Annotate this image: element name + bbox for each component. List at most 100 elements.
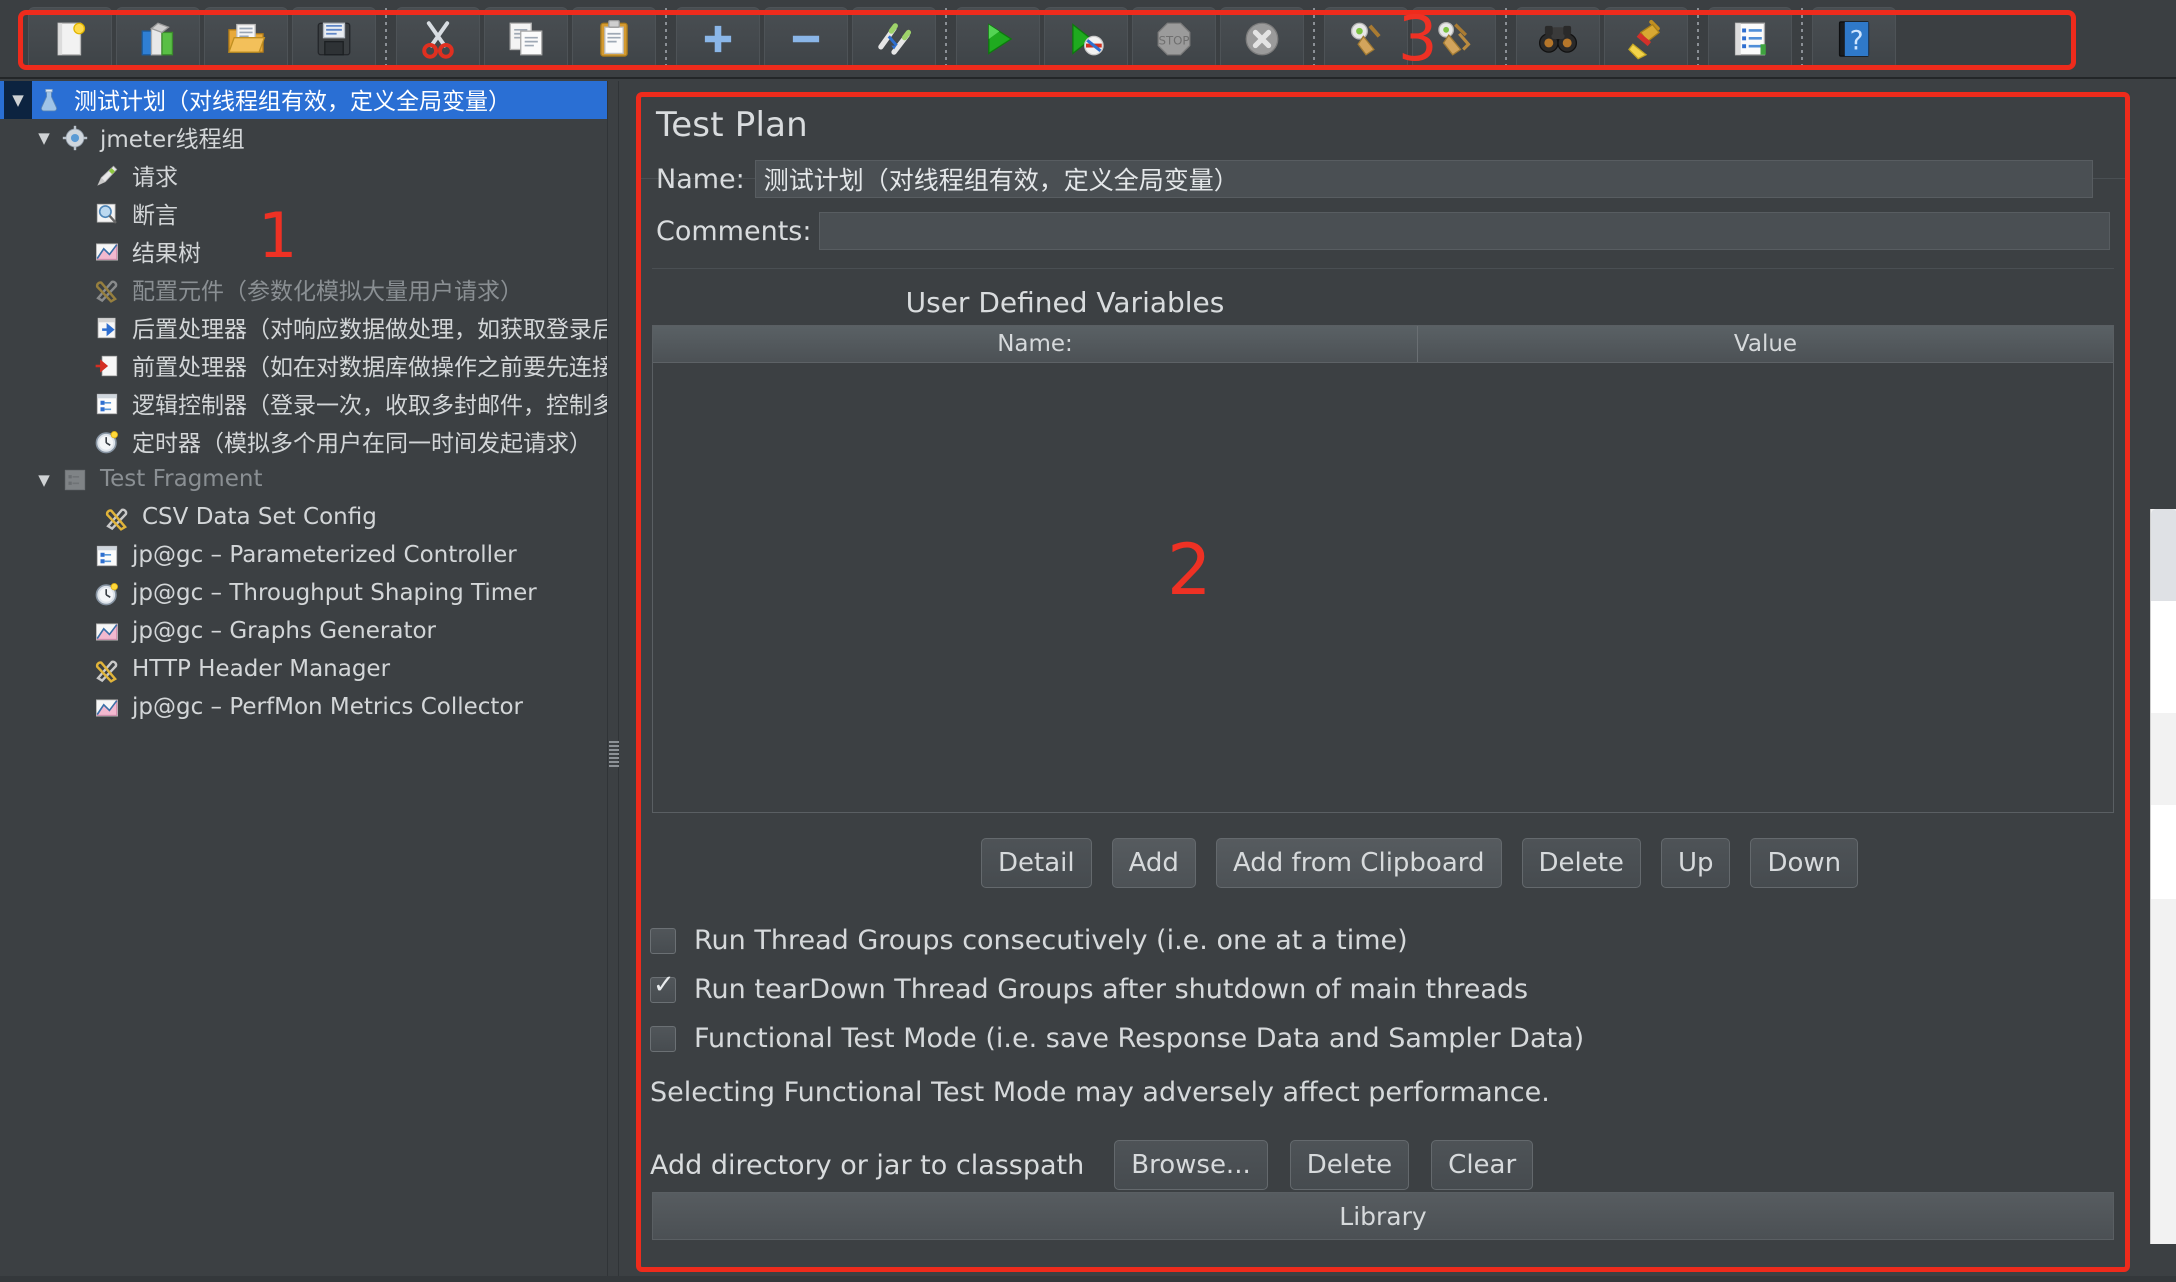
save-button[interactable] [292,7,376,70]
reset-search-button[interactable] [1604,7,1688,70]
vertical-scrollbar[interactable] [2150,509,2176,1244]
classpath-label: Add directory or jar to classpath [650,1149,1085,1181]
copy-pages-icon [505,18,547,60]
tree-item[interactable]: ▼定时器（模拟多个用户在同一时间发起请求） [0,423,607,461]
column-header-value[interactable]: Value [1418,326,2113,362]
clear-button[interactable] [1324,7,1408,70]
run-teardown-thread-groups-checkbox[interactable]: Run tearDown Thread Groups after shutdow… [650,972,1528,1005]
toolbar-separator [385,7,387,70]
tree-item[interactable]: ▼ jmeter线程组 [0,119,607,157]
browse-button[interactable]: Browse... [1114,1140,1268,1190]
function-helper-list-icon [1729,18,1771,60]
toolbar-group [26,0,378,77]
scrollbar-thumb[interactable] [2151,509,2176,601]
search-button[interactable] [1516,7,1600,70]
checkbox-label: Functional Test Mode (i.e. save Response… [694,1023,1585,1054]
svg-text:?: ? [1850,26,1864,56]
stop-button[interactable]: STOP [1132,7,1216,70]
function-helper-button[interactable] [1708,7,1792,70]
templates-button[interactable] [116,7,200,70]
scrollbar-track-segment[interactable] [2151,899,2176,1244]
shutdown-x-icon [1241,18,1283,60]
toggle-pencils-icon [873,18,915,60]
copy-button[interactable] [484,7,568,70]
page-title: Test Plan [656,105,808,145]
tree-item-label: 请求 [132,165,178,191]
delete-classpath-button[interactable]: Delete [1289,1140,1410,1190]
add-from-clipboard-button[interactable]: Add from Clipboard [1215,838,1502,888]
delete-variable-button[interactable]: Delete [1521,838,1641,888]
detail-button[interactable]: Detail [981,838,1092,888]
tree-item[interactable]: ▼结果树 [0,233,607,271]
checkbox-box[interactable] [650,927,676,954]
tree-item[interactable]: ▼jp@gc – Throughput Shaping Timer [0,575,607,613]
splitter-grip[interactable] [609,741,619,767]
table-body[interactable] [653,363,2113,812]
cut-button[interactable] [396,7,480,70]
checkbox-label: Run Thread Groups consecutively (i.e. on… [694,925,1408,956]
functional-test-mode-checkbox[interactable]: Functional Test Mode (i.e. save Response… [650,1023,1584,1054]
checkbox-box[interactable] [650,972,676,1003]
tree-item[interactable]: ▼HTTP Header Manager [0,651,607,689]
start-no-timers-button[interactable] [1044,7,1128,70]
collapse-all-button[interactable] [764,7,848,70]
gear-broom-double-icon [1433,18,1475,60]
pane-splitter[interactable] [607,81,619,1282]
library-table-header: Library [652,1192,2114,1240]
yellow-broom-icon [1625,18,1667,60]
binoculars-icon [1537,18,1579,60]
scrollbar-track-segment[interactable] [2151,713,2176,805]
play-no-timers-icon [1065,18,1107,60]
clipboard-icon [593,18,635,60]
test-plan-tree[interactable]: ▼测试计划（对线程组有效，定义全局变量）▼jmeter线程组▼请求▼断言▼结果树… [0,81,607,1282]
tree-item[interactable]: ▼ Test Fragment [0,461,607,499]
tree-item[interactable]: ▼断言 [0,195,607,233]
tree-item-label: 逻辑控制器（登录一次，收取多封邮件，控制多个请求） [132,393,607,419]
up-button[interactable]: Up [1660,838,1731,888]
toggle-button[interactable] [852,7,936,70]
tree-item[interactable]: ▼请求 [0,157,607,195]
scrollbar-track-segment[interactable] [2151,601,2176,713]
tree-expand-toggle-icon[interactable]: ▼ [4,81,32,119]
user-defined-variables-table[interactable]: Name: Value [652,325,2114,813]
new-test-plan-button[interactable] [28,7,112,70]
tree-item-label: CSV Data Set Config [142,504,377,530]
run-thread-groups-consecutively-checkbox[interactable]: Run Thread Groups consecutively (i.e. on… [650,925,1408,956]
checkbox-box[interactable] [650,1025,676,1052]
toolbar-separator [1697,7,1699,70]
variable-action-buttons: Detail Add Add from Clipboard Delete Up Down [981,838,1859,888]
down-button[interactable]: Down [1750,838,1859,888]
tree-item[interactable]: ▼jp@gc – Parameterized Controller [0,537,607,575]
clear-classpath-button[interactable]: Clear [1431,1140,1534,1190]
tree-item[interactable]: ▼jp@gc – PerfMon Metrics Collector [0,689,607,727]
start-button[interactable] [956,7,1040,70]
tree-expand-toggle-icon[interactable]: ▼ [30,119,58,157]
name-input[interactable]: 测试计划（对线程组有效，定义全局变量） [754,160,2093,198]
annotation-number-3: 3 [1398,2,1438,75]
shutdown-button[interactable] [1220,7,1304,70]
thread-group-gear-icon [58,123,92,153]
add-button[interactable]: Add [1111,838,1196,888]
paste-button[interactable] [572,7,656,70]
tree-item[interactable]: ▼jp@gc – Graphs Generator [0,613,607,651]
scissors-icon [417,18,459,60]
comments-input[interactable] [819,212,2110,250]
name-row: Name: 测试计划（对线程组有效，定义全局变量） [656,160,2110,198]
config-element-tools-icon [90,655,124,685]
toolbar-group: STOP [954,0,1306,77]
assertion-magnifier-icon [90,199,124,229]
tree-item-label: 测试计划（对线程组有效，定义全局变量） [74,89,511,115]
expand-all-button[interactable] [676,7,760,70]
tree-item[interactable]: ▼前置处理器（如在对数据库做操作之前要先连接数据库） [0,347,607,385]
open-button[interactable] [204,7,288,70]
tree-expand-toggle-icon[interactable]: ▼ [30,461,58,499]
scrollbar-track-segment[interactable] [2151,805,2176,899]
tree-item[interactable]: ▼CSV Data Set Config [0,499,607,537]
tree-item[interactable]: ▼逻辑控制器（登录一次，收取多封邮件，控制多个请求） [0,385,607,423]
help-button[interactable]: ? [1812,7,1896,70]
svg-text:STOP: STOP [1158,33,1189,47]
tree-item-label: 定时器（模拟多个用户在同一时间发起请求） [132,431,592,457]
tree-item-label: HTTP Header Manager [132,656,391,682]
column-header-name[interactable]: Name: [653,326,1418,362]
tree-item[interactable]: ▼ 测试计划（对线程组有效，定义全局变量） [0,81,607,119]
